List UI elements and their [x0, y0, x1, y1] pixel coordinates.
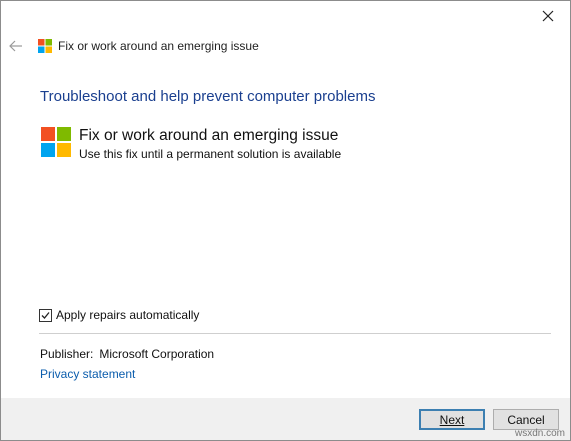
divider [39, 333, 551, 334]
checkmark-icon [41, 311, 50, 319]
back-arrow-icon [9, 40, 22, 52]
privacy-statement-link[interactable]: Privacy statement [40, 367, 135, 381]
title-bar [1, 1, 570, 33]
watermark: wsxdn.com [514, 428, 565, 439]
page-heading: Troubleshoot and help prevent computer p… [40, 88, 376, 105]
footer-bar: Next Cancel [1, 398, 570, 440]
apply-repairs-checkbox[interactable] [39, 308, 52, 322]
cancel-button-label: Cancel [507, 412, 545, 427]
publisher-value: Microsoft Corporation [99, 347, 215, 361]
windows-logo-icon [38, 39, 52, 53]
publisher-label: Publisher: [40, 347, 94, 361]
troubleshooter-window: Fix or work around an emerging issue Tro… [0, 0, 571, 441]
apply-repairs-label: Apply repairs automatically [56, 308, 200, 322]
apply-repairs-option[interactable]: Apply repairs automatically [39, 308, 199, 322]
issue-description: Use this fix until a permanent solution … [79, 147, 342, 161]
issue-title: Fix or work around an emerging issue [79, 127, 339, 144]
windows-logo-icon [41, 127, 71, 157]
next-button[interactable]: Next [419, 409, 485, 430]
next-button-label: Next [439, 412, 465, 427]
navigation-bar: Fix or work around an emerging issue [1, 35, 570, 59]
close-icon [542, 10, 554, 22]
close-button[interactable] [534, 5, 562, 27]
nav-title: Fix or work around an emerging issue [58, 39, 259, 53]
publisher-info: Publisher: Microsoft Corporation [40, 347, 214, 361]
cancel-button[interactable]: Cancel [493, 409, 559, 430]
back-button[interactable] [7, 37, 25, 55]
